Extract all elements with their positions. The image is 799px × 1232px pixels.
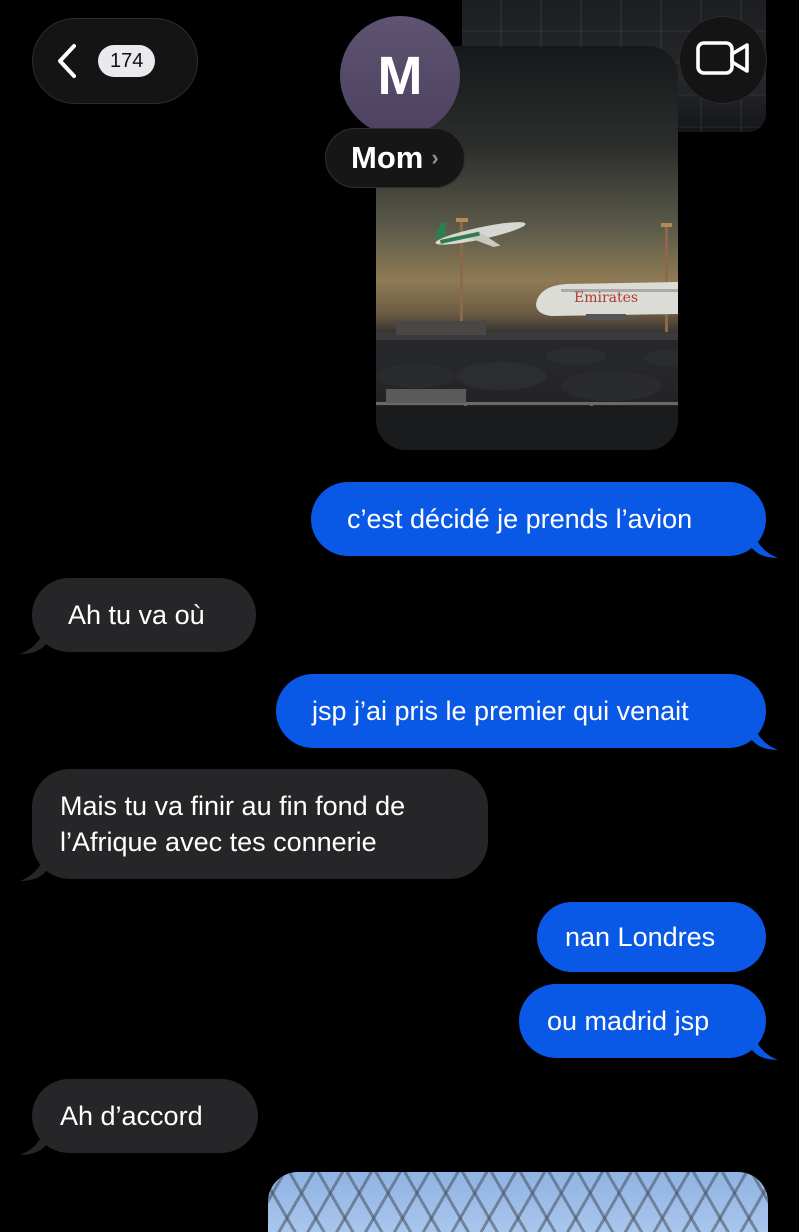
contact-name: Mom bbox=[351, 140, 424, 175]
sent-photo-partial[interactable] bbox=[268, 1172, 768, 1232]
video-camera-icon bbox=[696, 40, 750, 81]
bubble-tail bbox=[20, 1129, 46, 1155]
contact-name-button[interactable]: Mom › bbox=[325, 128, 465, 188]
bubble-tail bbox=[752, 532, 778, 558]
message-bubble-sent[interactable]: ou madrid jsp bbox=[519, 984, 778, 1060]
message-bubble-received[interactable]: Mais tu va finir au fin fond de l’Afriqu… bbox=[20, 769, 488, 881]
message-bubble-received[interactable]: Ah tu va où bbox=[20, 578, 256, 654]
message-bubble-sent[interactable]: nan Londres bbox=[537, 902, 766, 972]
message-text: nan Londres bbox=[565, 922, 716, 952]
unread-count-badge: 174 bbox=[98, 45, 156, 77]
message-text: c’est décidé je prends l’avion bbox=[347, 504, 693, 534]
message-text: jsp j’ai pris le premier qui venait bbox=[312, 696, 689, 726]
message-text: Ah d’accord bbox=[60, 1101, 203, 1131]
message-bubble-sent[interactable]: c’est décidé je prends l’avion bbox=[311, 482, 778, 558]
avatar-initial: M bbox=[377, 46, 423, 106]
bubble-tail bbox=[20, 855, 46, 881]
facetime-video-button[interactable] bbox=[679, 16, 767, 104]
bubble-tail bbox=[20, 628, 46, 654]
bubble-tail bbox=[752, 724, 778, 750]
message-text-line: l’Afrique avec tes connerie bbox=[60, 827, 377, 857]
message-text: Ah tu va où bbox=[68, 600, 205, 630]
chevron-right-icon: › bbox=[431, 145, 439, 170]
bubble-tail bbox=[752, 1034, 778, 1060]
back-button[interactable]: 174 bbox=[32, 18, 198, 104]
contact-avatar[interactable]: M bbox=[340, 16, 460, 136]
message-text: ou madrid jsp bbox=[547, 1006, 710, 1036]
emirates-livery: Emirates bbox=[574, 290, 638, 306]
message-bubble-sent[interactable]: jsp j’ai pris le premier qui venait bbox=[276, 674, 778, 750]
message-bubble-received[interactable]: Ah d’accord bbox=[20, 1079, 258, 1155]
chevron-left-icon bbox=[56, 43, 78, 79]
message-text-line: Mais tu va finir au fin fond de bbox=[60, 791, 406, 821]
